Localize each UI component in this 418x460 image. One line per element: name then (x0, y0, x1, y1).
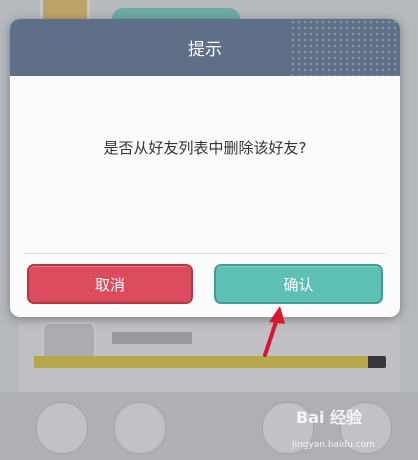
red-arrow-icon (263, 306, 285, 357)
baidu-watermark: Bai 经验 (296, 408, 363, 427)
baidu-watermark-url: jingyan.baidu.com (292, 440, 376, 450)
